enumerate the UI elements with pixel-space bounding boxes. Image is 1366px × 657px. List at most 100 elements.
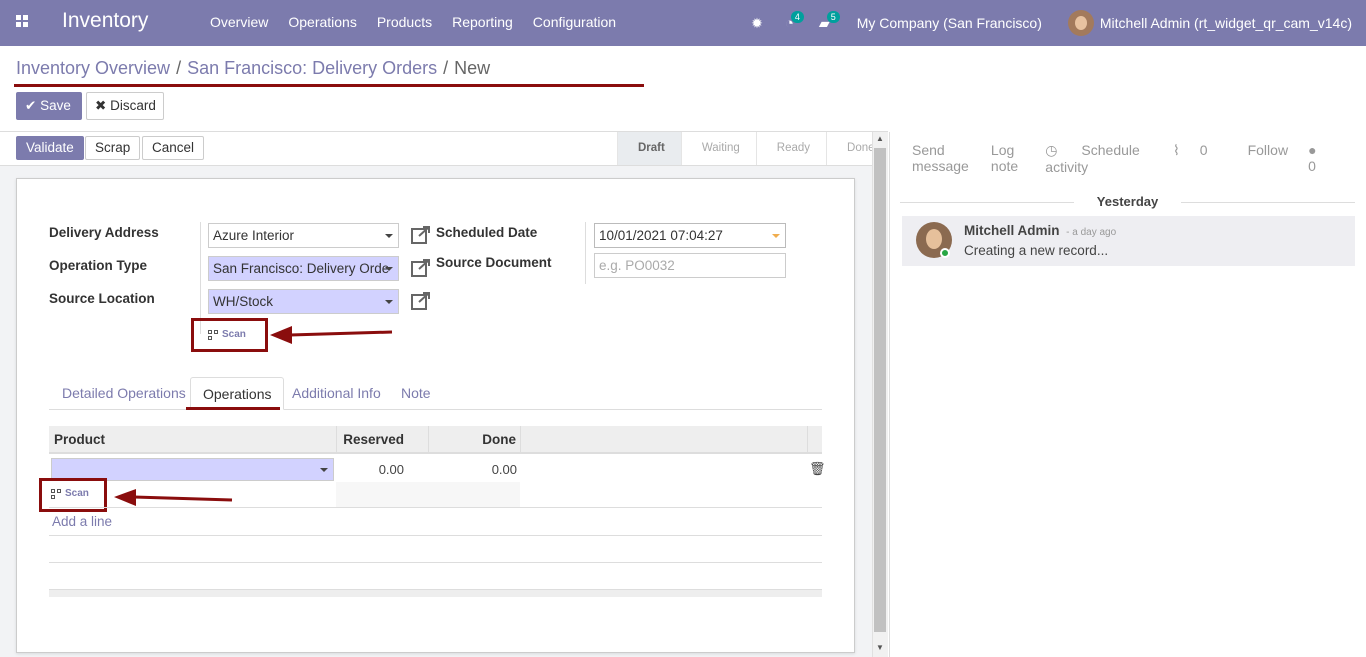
- cancel-button[interactable]: Cancel: [142, 136, 205, 160]
- chevron-down-icon: [385, 267, 393, 271]
- message-author[interactable]: Mitchell Admin: [964, 223, 1060, 238]
- top-navbar: Inventory Overview Operations Products R…: [0, 0, 1366, 46]
- add-line-link[interactable]: Add a line: [52, 514, 112, 529]
- external-link-icon[interactable]: [411, 259, 431, 277]
- tab-detailed-operations[interactable]: Detailed Operations: [50, 377, 198, 410]
- stage-pipeline: Draft Waiting Ready Done: [617, 132, 891, 165]
- user-avatar: [1067, 10, 1094, 36]
- column-header-product[interactable]: Product: [49, 426, 337, 454]
- scrollbar-thumb[interactable]: [874, 148, 886, 632]
- source-location-label: Source Location: [49, 291, 155, 306]
- message-header: Mitchell Admin - a day ago: [964, 223, 1116, 238]
- chevron-down-icon: [320, 468, 328, 472]
- row-divider: [49, 562, 822, 563]
- chevron-down-icon: [385, 234, 393, 238]
- menu-reporting[interactable]: Reporting: [452, 14, 513, 30]
- paperclip-icon: ⌇: [1172, 142, 1180, 158]
- qrcode-icon: [208, 329, 218, 340]
- operation-type-label: Operation Type: [49, 258, 148, 273]
- chevron-down-icon: [385, 300, 393, 304]
- clock-icon: ◷: [1045, 142, 1058, 158]
- source-document-label: Source Document: [436, 255, 552, 270]
- external-link-icon[interactable]: [411, 226, 431, 244]
- column-header-actions: [808, 426, 822, 454]
- chevron-down-icon: [772, 234, 780, 238]
- bug-icon[interactable]: ✹: [751, 15, 763, 32]
- systray: ✹ ◔ 4 ▰ 5 My Company (San Francisco) Mit…: [751, 10, 1352, 36]
- menu-configuration[interactable]: Configuration: [533, 14, 616, 30]
- date-separator: Yesterday: [900, 194, 1355, 209]
- breadcrumb: Inventory Overview / San Francisco: Delive…: [16, 58, 491, 78]
- tab-note[interactable]: Note: [389, 377, 443, 410]
- menu-overview[interactable]: Overview: [210, 14, 268, 30]
- close-icon: ✖: [95, 98, 107, 113]
- chatter-topbar: Send message Log note ◷ Schedule activit…: [912, 142, 1366, 175]
- message-badge: 5: [826, 11, 840, 23]
- save-button[interactable]: ✔ Save: [16, 92, 82, 120]
- reserved-cell[interactable]: 0.00: [337, 462, 404, 477]
- scroll-down-icon[interactable]: ▼: [876, 643, 884, 652]
- table-footer: [49, 590, 822, 597]
- message-body: Creating a new record...: [964, 243, 1109, 258]
- delivery-address-field[interactable]: Azure Interior: [208, 223, 399, 248]
- operation-type-field[interactable]: San Francisco: Delivery Orde: [208, 256, 399, 281]
- schedule-activity-button[interactable]: ◷ Schedule activity: [1045, 142, 1147, 175]
- follow-button[interactable]: Follow: [1248, 142, 1288, 175]
- row-divider: [49, 535, 822, 536]
- chatter-panel: Send message Log note ◷ Schedule activit…: [889, 132, 1366, 657]
- qrcode-icon: [51, 488, 61, 499]
- scrap-button[interactable]: Scrap: [85, 136, 141, 160]
- label-separator: [585, 222, 586, 284]
- log-note-button[interactable]: Log note: [991, 142, 1025, 175]
- stage-ready: Ready: [755, 132, 826, 165]
- external-link-icon[interactable]: [411, 292, 431, 310]
- menu-operations[interactable]: Operations: [288, 14, 356, 30]
- notebook-tabs: Detailed Operations Operations Additiona…: [49, 377, 822, 410]
- chatter-message: Mitchell Admin - a day ago Creating a ne…: [902, 216, 1355, 266]
- user-icon: ●: [1308, 142, 1317, 158]
- check-icon: ✔: [25, 98, 37, 113]
- scan-button[interactable]: Scan: [51, 488, 89, 499]
- message-time: - a day ago: [1066, 227, 1117, 238]
- online-status-icon: [940, 248, 950, 258]
- breadcrumb-inventory-overview[interactable]: Inventory Overview: [16, 58, 170, 78]
- apps-menu-icon[interactable]: [16, 15, 30, 29]
- stage-draft: Draft: [617, 132, 681, 165]
- send-message-button[interactable]: Send message: [912, 142, 971, 175]
- menu-products[interactable]: Products: [377, 14, 432, 30]
- column-header-reserved[interactable]: Reserved: [337, 426, 429, 454]
- form-sheet: [16, 178, 855, 653]
- done-cell[interactable]: 0.00: [429, 462, 517, 477]
- discard-button[interactable]: ✖ Discard: [86, 92, 164, 120]
- status-bar: Validate Scrap Cancel Draft Waiting Read…: [0, 132, 875, 166]
- breadcrumb-delivery-orders[interactable]: San Francisco: Delivery Orders: [187, 58, 437, 78]
- user-menu[interactable]: Mitchell Admin (rt_widget_qr_cam_v14c): [1100, 15, 1352, 31]
- breadcrumb-current: New: [454, 58, 491, 78]
- annotation-arrow: [270, 326, 393, 344]
- tab-additional-info[interactable]: Additional Info: [280, 377, 393, 410]
- annotation-arrow: [114, 489, 233, 506]
- scheduled-date-label: Scheduled Date: [436, 225, 538, 240]
- source-document-field[interactable]: e.g. PO0032: [594, 253, 786, 278]
- tab-operations[interactable]: Operations: [190, 377, 285, 410]
- followers-button[interactable]: ● 0: [1308, 142, 1346, 175]
- column-header-done[interactable]: Done: [429, 426, 521, 454]
- scroll-up-icon[interactable]: ▲: [876, 134, 884, 143]
- attachments-button[interactable]: ⌇ 0: [1173, 142, 1228, 175]
- row-bg-gap: [336, 482, 520, 507]
- activity-badge: 4: [790, 11, 804, 23]
- trash-icon[interactable]: 🗑: [809, 461, 826, 477]
- delivery-address-label: Delivery Address: [49, 225, 159, 240]
- highlight-underline: [14, 84, 644, 87]
- scheduled-date-field[interactable]: 10/01/2021 07:04:27: [594, 223, 786, 248]
- stage-waiting: Waiting: [680, 132, 756, 165]
- source-location-field[interactable]: WH/Stock: [208, 289, 399, 314]
- column-header-spacer: [521, 426, 808, 454]
- scan-button[interactable]: Scan: [208, 329, 246, 340]
- app-title: Inventory: [62, 9, 149, 32]
- company-switcher[interactable]: My Company (San Francisco): [857, 15, 1042, 31]
- row-divider: [49, 507, 822, 508]
- main-menu: Overview Operations Products Reporting C…: [200, 14, 626, 30]
- highlight-underline: [186, 407, 280, 410]
- validate-button[interactable]: Validate: [16, 136, 84, 160]
